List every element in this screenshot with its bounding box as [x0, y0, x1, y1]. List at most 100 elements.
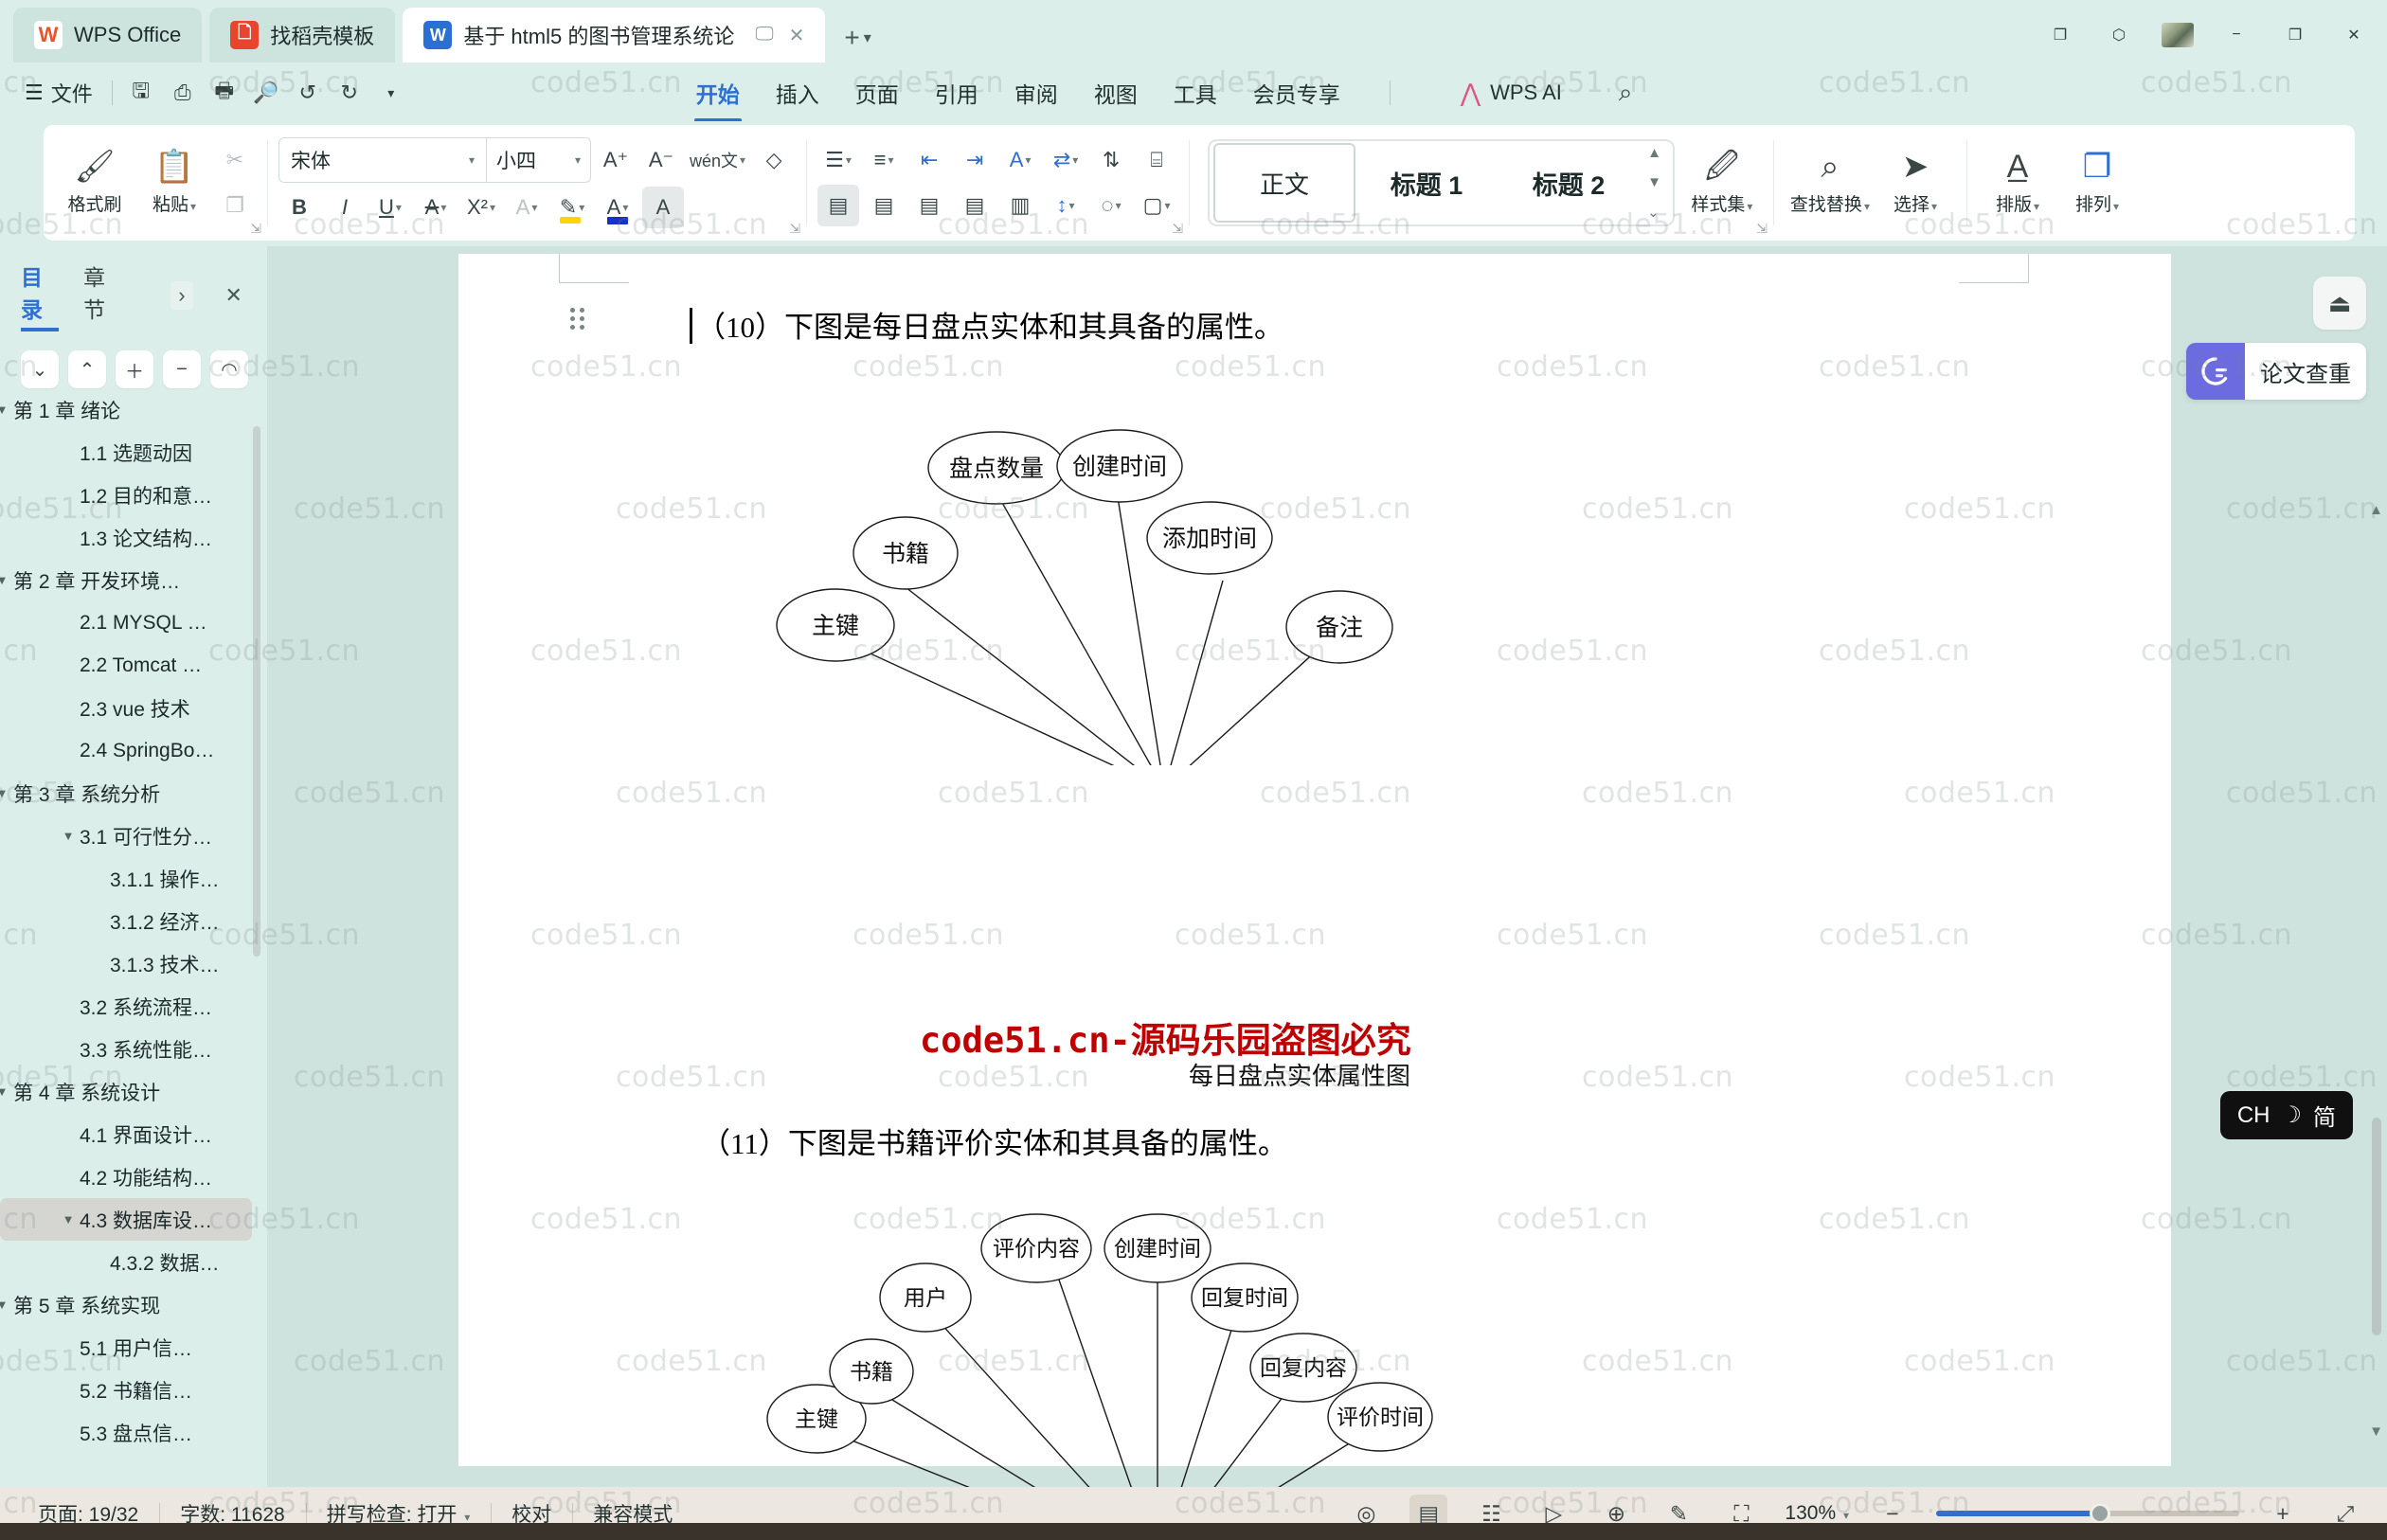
swap-icon[interactable]: ⇄ ▾	[1045, 139, 1086, 181]
zoom-level[interactable]: 130% ▾	[1785, 1502, 1849, 1525]
paragraph-10[interactable]: （10）下图是每日盘点实体和其具备的属性。	[690, 303, 1283, 346]
align-center-icon[interactable]: ▤	[863, 185, 905, 226]
new-tab-caret-icon[interactable]: ▾	[864, 28, 871, 47]
paragraph-dialog-launcher[interactable]: ⇲	[1172, 221, 1183, 237]
highlight-icon[interactable]: ✎ ▾	[551, 187, 593, 228]
close-button[interactable]: ✕	[2338, 19, 2370, 51]
font-family-select[interactable]: 宋体 ▾	[279, 138, 486, 182]
shrink-font-icon[interactable]: A⁻	[640, 139, 682, 181]
triangle-expanded-icon[interactable]: ▼	[57, 1212, 80, 1227]
sort-icon[interactable]: ⇅	[1090, 139, 1132, 181]
tab-start[interactable]: 开始	[693, 73, 742, 122]
style-heading-2[interactable]: 标题 2	[1498, 143, 1640, 223]
line-spacing-icon[interactable]: ↕ ▾	[1045, 185, 1086, 226]
minus-icon[interactable]: −	[163, 350, 201, 388]
tab-view[interactable]: 视图	[1092, 73, 1140, 113]
toc-tab-chapters[interactable]: 章节	[83, 260, 121, 331]
font-color-icon[interactable]: A ▾	[597, 187, 638, 228]
plus-icon[interactable]: ＋	[116, 350, 153, 388]
increase-indent-icon[interactable]: ⇥	[954, 139, 996, 181]
tab-document[interactable]: W 基于 html5 的图书管理系统论 🖵 ✕	[403, 8, 826, 63]
minimize-button[interactable]: −	[2220, 19, 2252, 51]
paragraph-11[interactable]: （11）下图是书籍评价实体和其具备的属性。	[701, 1119, 1287, 1162]
toc-item[interactable]: 4.3.2 数据…	[0, 1241, 267, 1283]
text-direction-icon[interactable]: A ▾	[999, 139, 1041, 181]
format-painter-button[interactable]: 🖌 格式刷	[55, 143, 135, 224]
cube-icon[interactable]: ⬡	[2103, 19, 2135, 51]
maximize-button[interactable]: ❐	[2279, 19, 2311, 51]
align-right-icon[interactable]: ▤	[908, 185, 950, 226]
triangle-expanded-icon[interactable]: ▼	[0, 1298, 13, 1312]
print-icon[interactable]: 🖶	[206, 74, 243, 112]
underline-button[interactable]: U ▾	[369, 187, 411, 228]
triangle-expanded-icon[interactable]: ▼	[57, 829, 80, 843]
chevron-down-icon[interactable]: ⌄	[21, 350, 59, 388]
toc-item[interactable]: 2.1 MYSQL …	[0, 601, 267, 644]
tab-tools[interactable]: 工具	[1172, 73, 1219, 113]
tab-review[interactable]: 审阅	[1013, 73, 1060, 113]
tab-reference[interactable]: 引用	[933, 73, 980, 113]
tab-wps-office[interactable]: W WPS Office	[13, 8, 203, 63]
search-icon[interactable]: ⌕	[1619, 78, 1633, 108]
font-dialog-launcher[interactable]: ⇲	[789, 221, 800, 237]
shading-icon[interactable]: ◌ ▾	[1090, 185, 1132, 226]
toc-item[interactable]: ▼ 第 5 章 系统实现	[0, 1283, 267, 1326]
tab-find-template[interactable]: 🗋 找稻壳模板	[209, 8, 396, 63]
eject-icon[interactable]: ⏏	[2313, 277, 2366, 330]
document-page[interactable]: （10）下图是每日盘点实体和其具备的属性。 主键 书籍 盘点数量 创建时间 添加…	[458, 254, 2171, 1487]
style-set-button[interactable]: 🖉 样式集 ▾	[1682, 143, 1762, 224]
redo-icon[interactable]: ↻	[331, 74, 368, 112]
toc-item[interactable]: 2.4 SpringBo…	[0, 729, 267, 772]
er-diagram-book-review[interactable]: 主键 书籍 用户 评价内容 创建时间 回复时间 回复内容 评价时间 书籍评价	[760, 1210, 1802, 1487]
undo-icon[interactable]: ↺	[289, 74, 327, 112]
toc-scrollbar[interactable]	[253, 426, 260, 957]
tab-insert[interactable]: 插入	[774, 73, 821, 113]
toc-item[interactable]: 3.1.2 经济…	[0, 900, 267, 942]
clipboard-dialog-launcher[interactable]: ⇲	[250, 221, 261, 237]
tab-close-icon[interactable]: ✕	[789, 24, 805, 47]
align-left-icon[interactable]: ▤	[817, 185, 860, 226]
grow-font-icon[interactable]: A⁺	[595, 139, 637, 181]
decrease-indent-icon[interactable]: ⇤	[908, 139, 950, 181]
bold-button[interactable]: B	[278, 187, 320, 228]
typeset-button[interactable]: A̲ 排版 ▾	[1978, 143, 2057, 224]
triangle-expanded-icon[interactable]: ▼	[0, 1084, 13, 1099]
toc-item[interactable]: ▼ 第 3 章 系统分析	[0, 772, 267, 815]
tab-page[interactable]: 页面	[853, 73, 901, 113]
triangle-expanded-icon[interactable]: ▼	[0, 786, 13, 800]
distribute-icon[interactable]: ▥	[999, 185, 1041, 226]
toc-item[interactable]: ▼ 第 2 章 开发环境…	[0, 559, 267, 601]
toc-item[interactable]: 2.2 Tomcat …	[0, 644, 267, 687]
pinyin-guide-icon[interactable]: wén文 ▾	[686, 139, 749, 181]
new-tab-button[interactable]: +	[844, 23, 859, 53]
toc-item[interactable]: 5.2 书籍信…	[0, 1369, 267, 1411]
toc-item[interactable]: 3.1.3 技术…	[0, 942, 267, 985]
toc-item[interactable]: 5.1 用户信…	[0, 1326, 267, 1369]
toc-item[interactable]: ▼ 第 4 章 系统设计	[0, 1070, 267, 1113]
print-preview-icon[interactable]: ⎙	[164, 74, 202, 112]
toc-item[interactable]: ▼ 4.3 数据库设…	[0, 1198, 252, 1241]
superscript-button[interactable]: X² ▾	[460, 187, 502, 228]
tab-present-icon[interactable]: 🖵	[755, 24, 773, 47]
char-border-button[interactable]: A ▾	[506, 187, 547, 228]
toc-item-list[interactable]: ▼ 第 1 章 绪论 1.1 选题动因 1.2 目的和意… 1.3 论文结构… ▼ 第 2 …	[0, 388, 267, 1487]
scroll-down-arrow-icon[interactable]: ▼	[2369, 1424, 2383, 1440]
find-icon[interactable]: 🔎	[247, 74, 285, 112]
toc-item[interactable]: 3.3 系统性能…	[0, 1028, 267, 1070]
toc-item[interactable]: 1.3 论文结构…	[0, 516, 267, 559]
chevron-up-icon[interactable]: ⌃	[68, 350, 106, 388]
styles-more-icon[interactable]: ⌄	[1647, 204, 1661, 221]
strikethrough-button[interactable]: A ▾	[415, 187, 457, 228]
justify-icon[interactable]: ▤	[954, 185, 996, 226]
paste-button[interactable]: 📋 粘贴 ▾	[135, 143, 214, 224]
find-replace-button[interactable]: ⌕ 查找替换 ▾	[1785, 143, 1876, 224]
toc-item[interactable]: 1.2 目的和意…	[0, 474, 267, 516]
file-menu-button[interactable]: ☰ 文件	[15, 72, 102, 114]
bullet-list-icon[interactable]: ☰ ▾	[817, 139, 859, 181]
scissors-icon[interactable]: ✂	[214, 139, 256, 181]
tab-member[interactable]: 会员专享	[1251, 73, 1342, 113]
toc-item[interactable]: 2.3 vue 技术	[0, 687, 267, 729]
styles-dialog-launcher[interactable]: ⇲	[1756, 221, 1768, 237]
toc-tab-contents[interactable]: 目录	[21, 260, 60, 331]
char-shading-button[interactable]: A	[642, 187, 684, 228]
